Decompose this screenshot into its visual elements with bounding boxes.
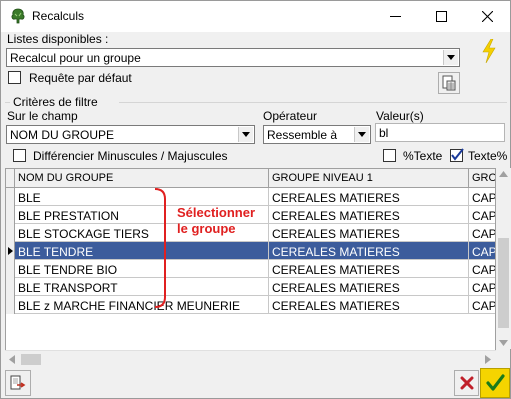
grid-header: NOM DU GROUPE GROUPE NIVEAU 1 GRO (6, 169, 495, 188)
groups-grid[interactable]: NOM DU GROUPE GROUPE NIVEAU 1 GRO BLE CE… (5, 168, 496, 367)
operator-dropdown[interactable]: Ressemble à (263, 125, 371, 144)
export-button[interactable] (5, 370, 31, 396)
minimize-icon (389, 16, 401, 17)
operator-label: Opérateur (263, 109, 318, 123)
cell-gro: CAP (469, 278, 495, 296)
cell-group-level-1: CEREALES MATIERES (269, 278, 469, 296)
cell-group-name: BLE z MARCHE FINANCIER MEUNERIE (15, 296, 269, 314)
column-header-nom-du-groupe[interactable]: NOM DU GROUPE (15, 169, 269, 187)
column-header-gro[interactable]: GRO (469, 169, 495, 187)
column-header-groupe-niveau-1[interactable]: GROUPE NIVEAU 1 (269, 169, 469, 187)
table-row[interactable]: BLE CEREALES MATIERES CAP (6, 188, 495, 206)
query-options-button[interactable] (438, 72, 460, 94)
table-row[interactable]: BLE TRANSPORT CEREALES MATIERES CAP (6, 278, 495, 296)
chevron-down-icon (354, 127, 369, 142)
cancel-button[interactable] (454, 370, 479, 396)
scroll-down-icon[interactable] (499, 340, 508, 346)
default-query-checkbox[interactable] (8, 71, 21, 84)
pct-text-checkbox[interactable] (383, 149, 396, 162)
vertical-scrollbar[interactable] (496, 168, 511, 349)
listes-selected-value: Recalcul pour un groupe (10, 51, 141, 65)
listes-dropdown[interactable]: Recalcul pour un groupe (6, 48, 460, 67)
cell-gro: CAP (469, 206, 495, 224)
cell-gro: CAP (469, 224, 495, 242)
maximize-icon (435, 11, 447, 22)
row-indicator (6, 296, 15, 314)
cell-group-name: BLE TENDRE (15, 242, 269, 260)
cell-group-level-1: CEREALES MATIERES (269, 224, 469, 242)
table-row[interactable]: BLE TENDRE BIO CEREALES MATIERES CAP (6, 260, 495, 278)
maximize-button[interactable] (418, 1, 464, 32)
row-indicator (6, 278, 15, 296)
case-sensitive-label: Différencier Minuscules / Majuscules (33, 149, 228, 163)
title-bar: Recalculs (1, 1, 510, 32)
criteria-group-line-left (5, 102, 10, 103)
value-input[interactable]: bl (375, 123, 505, 142)
scroll-left-icon[interactable] (9, 355, 15, 364)
export-icon (10, 375, 26, 390)
value-input-text: bl (379, 126, 389, 140)
criteria-group-line-right (119, 102, 507, 103)
close-icon (481, 11, 493, 22)
checkmark-icon (486, 374, 505, 391)
close-button[interactable] (464, 1, 510, 32)
horizontal-scrollbar[interactable] (5, 350, 496, 367)
default-query-label: Requête par défaut (29, 71, 132, 85)
value-label: Valeur(s) (376, 109, 424, 123)
ok-button[interactable] (480, 368, 510, 398)
minimize-button[interactable] (372, 1, 418, 32)
cell-group-name: BLE TRANSPORT (15, 278, 269, 296)
header-indicator-cell (6, 169, 15, 187)
document-grid-icon (442, 75, 456, 91)
cell-gro: CAP (469, 242, 495, 260)
field-selected-value: NOM DU GROUPE (10, 128, 115, 142)
chevron-down-icon (443, 50, 458, 65)
text-pct-label: Texte% (468, 149, 508, 163)
cancel-x-icon (460, 376, 473, 390)
row-indicator (6, 188, 15, 206)
lightning-icon[interactable] (481, 39, 497, 63)
case-sensitive-checkbox[interactable] (13, 149, 26, 162)
cell-group-level-1: CEREALES MATIERES (269, 188, 469, 206)
operator-selected-value: Ressemble à (267, 128, 338, 142)
tree-icon (11, 8, 25, 24)
cell-group-level-1: CEREALES MATIERES (269, 260, 469, 278)
row-indicator (6, 242, 15, 260)
field-label: Sur le champ (7, 109, 78, 123)
cell-group-name: BLE TENDRE BIO (15, 260, 269, 278)
pct-text-label: %Texte (403, 149, 443, 163)
cell-group-level-1: CEREALES MATIERES (269, 242, 469, 260)
table-row[interactable]: BLE z MARCHE FINANCIER MEUNERIE CEREALES… (6, 296, 495, 314)
annotation-line-2: le groupe (177, 221, 236, 236)
row-indicator (6, 206, 15, 224)
field-dropdown[interactable]: NOM DU GROUPE (6, 125, 255, 144)
table-row-selected[interactable]: BLE TENDRE CEREALES MATIERES CAP (6, 242, 495, 260)
annotation-line-1: Sélectionner (177, 205, 256, 220)
annotation-bracket (154, 188, 166, 308)
vertical-scroll-thumb[interactable] (498, 238, 509, 328)
cell-gro: CAP (469, 296, 495, 314)
cell-gro: CAP (469, 188, 495, 206)
cell-gro: CAP (469, 260, 495, 278)
annotation-text: Sélectionner le groupe (177, 205, 255, 237)
chevron-down-icon (238, 127, 253, 142)
cell-group-level-1: CEREALES MATIERES (269, 206, 469, 224)
recalculs-window: Recalculs Listes disponibles : Recalcul … (0, 0, 511, 399)
listes-label: Listes disponibles : (7, 32, 109, 46)
scroll-up-icon[interactable] (499, 171, 508, 177)
horizontal-scroll-thumb[interactable] (21, 354, 41, 365)
checkmark-icon (451, 148, 464, 161)
current-row-arrow-icon (8, 247, 13, 255)
cell-group-level-1: CEREALES MATIERES (269, 296, 469, 314)
cell-group-name: BLE (15, 188, 269, 206)
row-indicator (6, 260, 15, 278)
window-title: Recalculs (32, 9, 85, 23)
text-pct-checkbox[interactable] (450, 148, 464, 162)
criteria-group-title: Critères de filtre (13, 95, 98, 109)
row-indicator (6, 224, 15, 242)
scroll-right-icon[interactable] (485, 355, 491, 364)
